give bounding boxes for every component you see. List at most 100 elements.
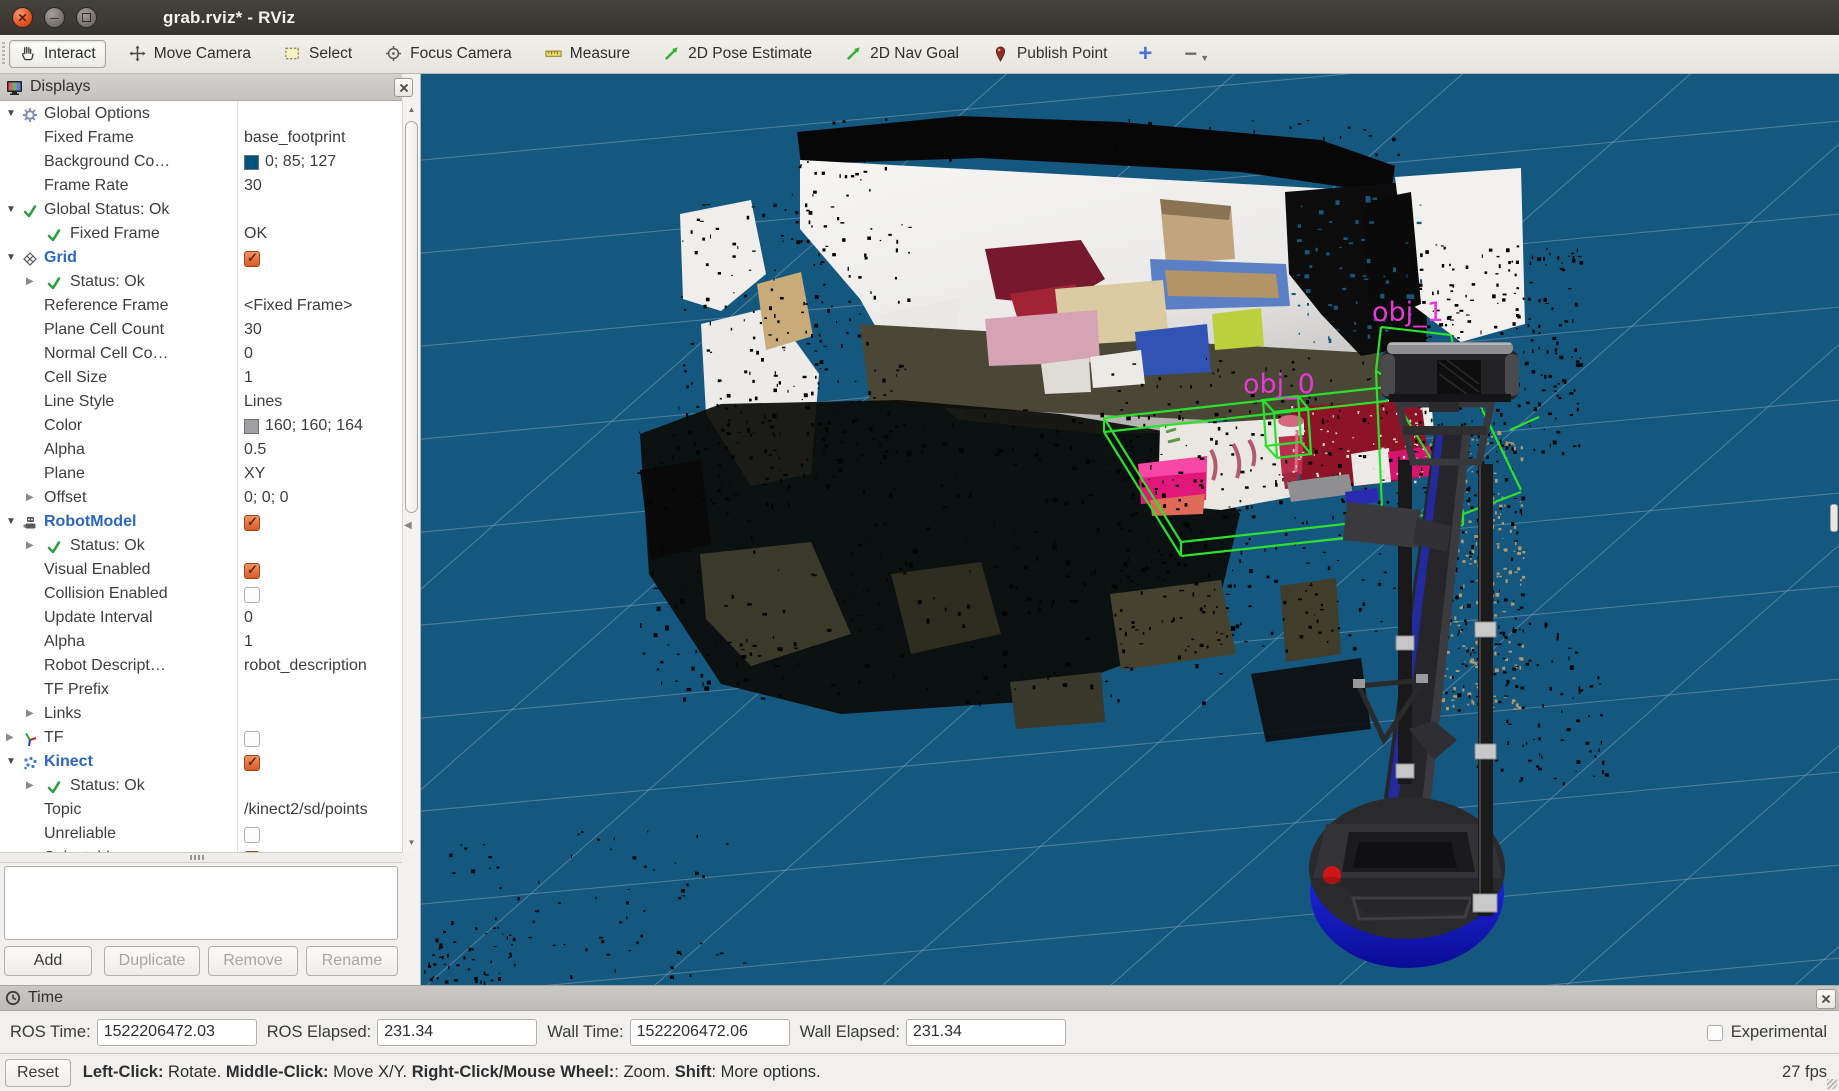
tree-row-value[interactable] bbox=[244, 585, 260, 603]
tree-row-value[interactable] bbox=[244, 825, 260, 843]
time-field-label: ROS Time: bbox=[10, 1023, 91, 1042]
checkbox-unchecked[interactable] bbox=[244, 731, 260, 747]
tree-row-plane-cell-count[interactable]: Plane Cell Count30 bbox=[0, 320, 402, 344]
tree-row-alpha[interactable]: Alpha1 bbox=[0, 632, 402, 656]
checkbox-checked[interactable] bbox=[244, 563, 260, 579]
tree-row-cell-size[interactable]: Cell Size1 bbox=[0, 368, 402, 392]
expander-down-icon[interactable]: ▼ bbox=[6, 516, 16, 527]
tree-row-label: Alpha bbox=[44, 441, 85, 459]
tree-row-plane[interactable]: PlaneXY bbox=[0, 464, 402, 488]
tree-row-value[interactable] bbox=[244, 561, 260, 579]
checkbox-unchecked[interactable] bbox=[244, 827, 260, 843]
tree-row-global-status-ok[interactable]: ▼Global Status: Ok bbox=[0, 200, 402, 224]
tool-label: Focus Camera bbox=[410, 45, 512, 63]
expander-down-icon[interactable]: ▼ bbox=[6, 756, 16, 767]
tool-button-publish-point[interactable]: Publish Point bbox=[982, 40, 1117, 68]
tree-row-fixed-frame[interactable]: Fixed FrameOK bbox=[0, 224, 402, 248]
tree-row-fixed-frame[interactable]: Fixed Framebase_footprint bbox=[0, 128, 402, 152]
tree-row-value[interactable] bbox=[244, 513, 260, 531]
tree-row-kinect[interactable]: ▼Kinect bbox=[0, 752, 402, 776]
3d-viewport[interactable]: obj_0 obj_1 bbox=[421, 74, 1839, 985]
color-swatch[interactable] bbox=[244, 155, 259, 170]
tool-button-focus-camera[interactable]: Focus Camera bbox=[375, 40, 522, 68]
check-icon bbox=[46, 539, 63, 556]
tree-row-links[interactable]: ▶Links bbox=[0, 704, 402, 728]
tree-row-tf[interactable]: ▶TF bbox=[0, 728, 402, 752]
color-swatch[interactable] bbox=[244, 419, 259, 434]
checkbox-checked[interactable] bbox=[244, 251, 260, 267]
close-icon[interactable] bbox=[1816, 989, 1836, 1009]
right-splitter-handle[interactable] bbox=[1830, 504, 1838, 532]
displays-panel-header[interactable]: Displays bbox=[0, 74, 402, 101]
checkbox-checked[interactable] bbox=[244, 755, 260, 771]
expander-right-icon[interactable]: ▶ bbox=[26, 708, 34, 719]
tree-row-reference-frame[interactable]: Reference Frame<Fixed Frame> bbox=[0, 296, 402, 320]
tree-row-global-options[interactable]: ▼Global Options bbox=[0, 104, 402, 128]
expander-down-icon[interactable]: ▼ bbox=[6, 252, 16, 263]
tree-row-visual-enabled[interactable]: Visual Enabled bbox=[0, 560, 402, 584]
expander-down-icon[interactable]: ▼ bbox=[6, 108, 16, 119]
remove-tool-button[interactable]: − ▼ bbox=[1184, 41, 1209, 67]
tree-row-update-interval[interactable]: Update Interval0 bbox=[0, 608, 402, 632]
expander-right-icon[interactable]: ▶ bbox=[26, 492, 34, 503]
close-icon[interactable] bbox=[394, 78, 413, 97]
wall-elapsed-input[interactable] bbox=[906, 1019, 1066, 1046]
obj-1-label: obj_1 bbox=[1372, 297, 1444, 328]
tree-row-color[interactable]: Color160; 160; 164 bbox=[0, 416, 402, 440]
tree-row-normal-cell-co-[interactable]: Normal Cell Co…0 bbox=[0, 344, 402, 368]
tree-row-alpha[interactable]: Alpha0.5 bbox=[0, 440, 402, 464]
experimental-checkbox[interactable] bbox=[1707, 1025, 1723, 1041]
tree-row-frame-rate[interactable]: Frame Rate30 bbox=[0, 176, 402, 200]
tool-button-measure[interactable]: Measure bbox=[535, 40, 640, 68]
ros-elapsed-input[interactable] bbox=[377, 1019, 537, 1046]
tree-row-robot-descript-[interactable]: Robot Descript…robot_description bbox=[0, 656, 402, 680]
tree-row-status-ok[interactable]: ▶Status: Ok bbox=[0, 272, 402, 296]
resize-grip-icon[interactable] bbox=[1827, 1079, 1837, 1089]
scroll-up-arrow[interactable]: ▲ bbox=[403, 102, 420, 118]
tree-row-status-ok[interactable]: ▶Status: Ok bbox=[0, 776, 402, 800]
reset-button[interactable]: Reset bbox=[5, 1059, 71, 1087]
time-panel-header[interactable]: Time bbox=[0, 985, 1839, 1011]
toolbar-grip[interactable] bbox=[2, 42, 5, 66]
tree-row-collision-enabled[interactable]: Collision Enabled bbox=[0, 584, 402, 608]
expander-down-icon[interactable]: ▼ bbox=[6, 204, 16, 215]
tree-row-background-co-[interactable]: Background Co…0; 85; 127 bbox=[0, 152, 402, 176]
minimize-window-button[interactable]: ─ bbox=[44, 7, 65, 28]
tree-row-value: 0 bbox=[244, 345, 253, 363]
tree-row-value[interactable] bbox=[244, 249, 260, 267]
tool-button-2d-nav-goal[interactable]: 2D Nav Goal bbox=[835, 40, 969, 68]
add-button[interactable]: Add bbox=[4, 946, 92, 976]
scrollbar-thumb[interactable] bbox=[405, 121, 418, 513]
tree-row-value[interactable] bbox=[244, 729, 260, 747]
expander-right-icon[interactable]: ▶ bbox=[6, 732, 14, 743]
expander-right-icon[interactable]: ▶ bbox=[26, 276, 34, 287]
tree-vertical-scrollbar[interactable]: ▲ ▼ bbox=[402, 101, 420, 852]
tool-button-2d-pose-estimate[interactable]: 2D Pose Estimate bbox=[653, 40, 822, 68]
tool-button-select[interactable]: Select bbox=[274, 40, 362, 68]
tool-button-interact[interactable]: Interact bbox=[9, 40, 106, 68]
panel-collapse-arrow-icon[interactable]: ◀ bbox=[404, 520, 412, 531]
checkbox-unchecked[interactable] bbox=[244, 587, 260, 603]
tree-row-robotmodel[interactable]: ▼RobotModel bbox=[0, 512, 402, 536]
tree-row-grid[interactable]: ▼Grid bbox=[0, 248, 402, 272]
tree-splitter-handle[interactable] bbox=[0, 852, 402, 863]
scroll-down-arrow[interactable]: ▼ bbox=[403, 835, 420, 851]
tree-row-line-style[interactable]: Line StyleLines bbox=[0, 392, 402, 416]
tree-row-topic[interactable]: Topic/kinect2/sd/points bbox=[0, 800, 402, 824]
tree-row-value[interactable] bbox=[244, 753, 260, 771]
display-description-box bbox=[4, 866, 398, 940]
checkbox-checked[interactable] bbox=[244, 515, 260, 531]
expander-right-icon[interactable]: ▶ bbox=[26, 540, 34, 551]
wall-time-input[interactable] bbox=[630, 1019, 790, 1046]
expander-right-icon[interactable]: ▶ bbox=[26, 780, 34, 791]
tree-row-status-ok[interactable]: ▶Status: Ok bbox=[0, 536, 402, 560]
tree-row-unreliable[interactable]: Unreliable bbox=[0, 824, 402, 848]
tool-button-move-camera[interactable]: Move Camera bbox=[119, 40, 261, 68]
ros-time-input[interactable] bbox=[97, 1019, 257, 1046]
add-tool-button[interactable]: + bbox=[1138, 45, 1152, 63]
maximize-window-button[interactable] bbox=[76, 7, 97, 28]
tree-row-offset[interactable]: ▶Offset0; 0; 0 bbox=[0, 488, 402, 512]
close-window-button[interactable]: ✕ bbox=[12, 7, 33, 28]
displays-tree[interactable]: ▼Global OptionsFixed Framebase_footprint… bbox=[0, 101, 402, 852]
tree-row-tf-prefix[interactable]: TF Prefix bbox=[0, 680, 402, 704]
